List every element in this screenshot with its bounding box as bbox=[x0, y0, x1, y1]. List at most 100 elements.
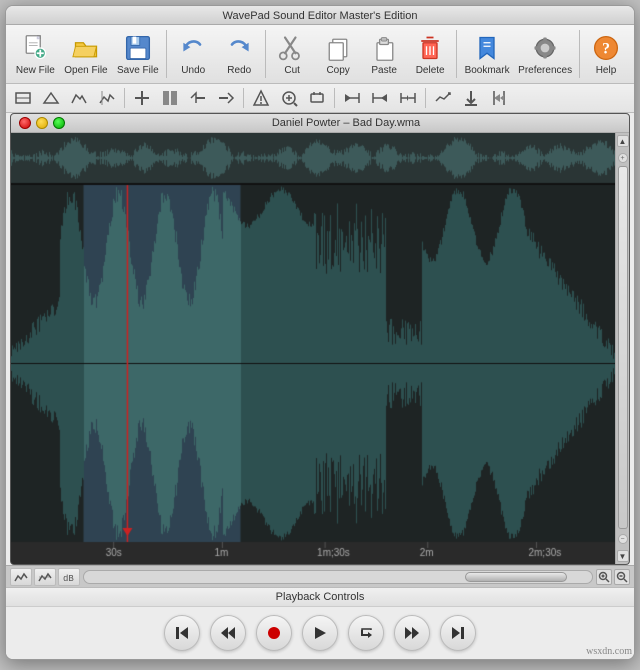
t2-btn-13[interactable] bbox=[367, 86, 393, 110]
separator-3 bbox=[456, 30, 457, 78]
cut-button[interactable]: Cut bbox=[270, 29, 314, 79]
waveform-display[interactable] bbox=[11, 133, 615, 564]
traffic-lights bbox=[19, 117, 65, 129]
t2-sep-4 bbox=[425, 88, 426, 108]
t2-btn-6[interactable] bbox=[157, 86, 183, 110]
redo-icon bbox=[223, 32, 255, 64]
t2-btn-1[interactable] bbox=[10, 86, 36, 110]
loop-button[interactable] bbox=[348, 615, 384, 651]
t2-btn-9[interactable] bbox=[248, 86, 274, 110]
bookmark-button[interactable]: Bookmark bbox=[461, 29, 513, 79]
t2-btn-4[interactable] bbox=[94, 86, 120, 110]
t2-btn-2[interactable] bbox=[38, 86, 64, 110]
mode-btn-1[interactable] bbox=[10, 568, 32, 586]
t2-btn-16[interactable] bbox=[458, 86, 484, 110]
t2-btn-15[interactable] bbox=[430, 86, 456, 110]
play-button[interactable] bbox=[302, 615, 338, 651]
cut-icon bbox=[276, 32, 308, 64]
record-button[interactable] bbox=[256, 615, 292, 651]
separator-1 bbox=[166, 30, 167, 78]
save-file-button[interactable]: Save File bbox=[113, 29, 162, 79]
copy-button[interactable]: Copy bbox=[316, 29, 360, 79]
t2-btn-14[interactable] bbox=[395, 86, 421, 110]
zoom-in-btn[interactable]: + bbox=[618, 153, 628, 163]
bookmark-label: Bookmark bbox=[465, 65, 510, 76]
t2-sep-2 bbox=[243, 88, 244, 108]
delete-button[interactable]: Delete bbox=[408, 29, 452, 79]
bottom-bar: dB bbox=[6, 565, 634, 587]
t2-btn-3[interactable] bbox=[66, 86, 92, 110]
save-file-icon bbox=[122, 32, 154, 64]
cut-label: Cut bbox=[284, 65, 300, 76]
new-file-label: New File bbox=[16, 65, 55, 76]
main-toolbar: New File Open File Save Fi bbox=[6, 25, 634, 84]
new-file-button[interactable]: New File bbox=[12, 29, 59, 79]
watermark: wsxdn.com bbox=[586, 646, 632, 657]
title-bar: WavePad Sound Editor Master's Edition bbox=[6, 6, 634, 25]
redo-label: Redo bbox=[227, 65, 251, 76]
undo-icon bbox=[177, 32, 209, 64]
secondary-toolbar bbox=[6, 84, 634, 113]
bookmark-icon bbox=[471, 32, 503, 64]
open-file-button[interactable]: Open File bbox=[61, 29, 112, 79]
paste-icon bbox=[368, 32, 400, 64]
waveform-file-title: Daniel Powter – Bad Day.wma bbox=[71, 117, 621, 129]
t2-sep-3 bbox=[334, 88, 335, 108]
paste-label: Paste bbox=[371, 65, 397, 76]
t2-btn-7[interactable] bbox=[185, 86, 211, 110]
paste-button[interactable]: Paste bbox=[362, 29, 406, 79]
v-scroll-thumb[interactable] bbox=[618, 166, 628, 529]
t2-btn-10[interactable] bbox=[276, 86, 302, 110]
undo-button[interactable]: Undo bbox=[171, 29, 215, 79]
preferences-icon bbox=[529, 32, 561, 64]
t2-btn-5[interactable] bbox=[129, 86, 155, 110]
open-file-icon bbox=[70, 32, 102, 64]
zoom-out-btn[interactable]: − bbox=[618, 534, 628, 544]
skip-start-button[interactable] bbox=[164, 615, 200, 651]
maximize-button[interactable] bbox=[53, 117, 65, 129]
svg-text:?: ? bbox=[602, 40, 610, 57]
waveform-area[interactable]: ▲ + − ▼ bbox=[11, 133, 629, 564]
zoom-out-icon[interactable] bbox=[614, 569, 630, 585]
zoom-in-icon[interactable] bbox=[596, 569, 612, 585]
scroll-up-arrow[interactable]: ▲ bbox=[617, 135, 629, 147]
mode-btn-3[interactable]: dB bbox=[58, 568, 80, 586]
redo-button[interactable]: Redo bbox=[217, 29, 261, 79]
mode-btn-2[interactable] bbox=[34, 568, 56, 586]
playback-label: Playback Controls bbox=[6, 588, 634, 607]
t2-btn-11[interactable] bbox=[304, 86, 330, 110]
delete-label: Delete bbox=[416, 65, 445, 76]
t2-sep-1 bbox=[124, 88, 125, 108]
preferences-label: Preferences bbox=[518, 65, 572, 76]
t2-btn-17[interactable] bbox=[486, 86, 512, 110]
t2-btn-8[interactable] bbox=[213, 86, 239, 110]
app-window: WavePad Sound Editor Master's Edition Ne… bbox=[5, 5, 635, 660]
playback-controls bbox=[6, 607, 634, 659]
separator-2 bbox=[265, 30, 266, 78]
h-scroll-thumb[interactable] bbox=[465, 572, 567, 582]
rewind-button[interactable] bbox=[210, 615, 246, 651]
delete-icon bbox=[414, 32, 446, 64]
t2-btn-12[interactable] bbox=[339, 86, 365, 110]
separator-4 bbox=[579, 30, 580, 78]
playback-section: Playback Controls bbox=[6, 587, 634, 659]
horizontal-scrollbar[interactable] bbox=[83, 570, 593, 584]
skip-end-button[interactable] bbox=[440, 615, 476, 651]
preferences-button[interactable]: Preferences bbox=[515, 29, 575, 79]
zoom-controls bbox=[596, 569, 630, 585]
close-button[interactable] bbox=[19, 117, 31, 129]
help-label: Help bbox=[596, 65, 617, 76]
open-file-label: Open File bbox=[64, 65, 107, 76]
undo-label: Undo bbox=[181, 65, 205, 76]
waveform-titlebar: Daniel Powter – Bad Day.wma bbox=[11, 114, 629, 133]
help-icon: ? bbox=[590, 32, 622, 64]
waveform-window: Daniel Powter – Bad Day.wma ▲ + − ▼ bbox=[10, 113, 630, 565]
copy-icon bbox=[322, 32, 354, 64]
scroll-down-arrow[interactable]: ▼ bbox=[617, 550, 629, 562]
vertical-scrollbar[interactable]: ▲ + − ▼ bbox=[615, 133, 629, 564]
fast-forward-button[interactable] bbox=[394, 615, 430, 651]
new-file-icon bbox=[19, 32, 51, 64]
help-button[interactable]: ? Help bbox=[584, 29, 628, 79]
waveform-canvas[interactable] bbox=[11, 133, 615, 564]
minimize-button[interactable] bbox=[36, 117, 48, 129]
